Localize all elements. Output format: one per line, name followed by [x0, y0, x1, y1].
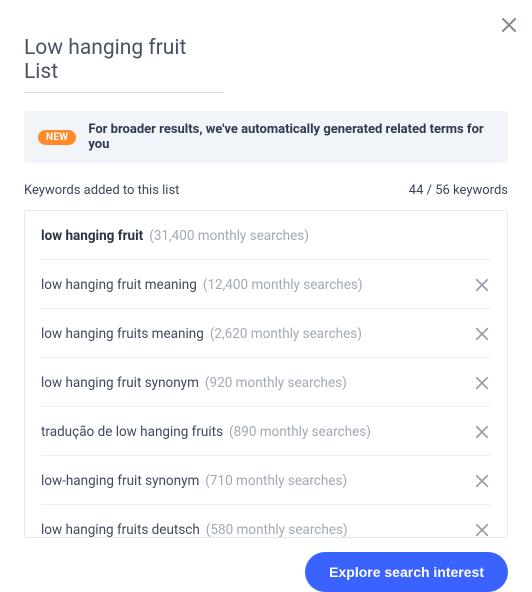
meta-label: Keywords added to this list	[24, 183, 179, 198]
item-searches: (31,400 monthly searches)	[149, 228, 309, 244]
item-keyword: low hanging fruit meaning	[41, 277, 197, 293]
item-searches: (580 monthly searches)	[206, 522, 348, 537]
item-keyword: low hanging fruits meaning	[41, 326, 204, 342]
remove-icon[interactable]	[473, 423, 491, 441]
item-searches: (890 monthly searches)	[229, 424, 371, 440]
banner-text: For broader results, we've automatically…	[88, 122, 494, 152]
keyword-list-scroll[interactable]: low hanging fruit (31,400 monthly search…	[25, 211, 507, 537]
close-icon[interactable]	[500, 16, 518, 34]
remove-icon[interactable]	[473, 521, 491, 537]
item-keyword: low hanging fruit	[41, 228, 143, 244]
remove-icon[interactable]	[473, 472, 491, 490]
keyword-list: low hanging fruit (31,400 monthly search…	[24, 210, 508, 538]
new-badge: NEW	[38, 130, 76, 145]
info-banner: NEW For broader results, we've automatic…	[24, 111, 508, 163]
list-item: tradução de low hanging fruits (890 mont…	[25, 407, 507, 455]
list-item: low-hanging fruit synonym (710 monthly s…	[25, 456, 507, 504]
page-title: Low hanging fruit List	[24, 0, 224, 84]
list-item: low hanging fruits deutsch (580 monthly …	[25, 505, 507, 537]
item-searches: (2,620 monthly searches)	[210, 326, 362, 342]
meta-count: 44 / 56 keywords	[409, 183, 508, 198]
list-item: low hanging fruits meaning (2,620 monthl…	[25, 309, 507, 357]
meta-row: Keywords added to this list 44 / 56 keyw…	[24, 183, 508, 198]
explore-button[interactable]: Explore search interest	[305, 552, 508, 592]
item-searches: (12,400 monthly searches)	[203, 277, 363, 293]
item-keyword: tradução de low hanging fruits	[41, 424, 223, 440]
item-keyword: low-hanging fruit synonym	[41, 473, 199, 489]
item-keyword: low hanging fruits deutsch	[41, 522, 200, 537]
item-searches: (920 monthly searches)	[205, 375, 347, 391]
item-keyword: low hanging fruit synonym	[41, 375, 199, 391]
remove-icon[interactable]	[473, 276, 491, 294]
footer: Explore search interest	[0, 538, 532, 592]
list-item: low hanging fruit (31,400 monthly search…	[25, 211, 507, 259]
list-item: low hanging fruit synonym (920 monthly s…	[25, 358, 507, 406]
remove-icon[interactable]	[473, 374, 491, 392]
item-searches: (710 monthly searches)	[205, 473, 347, 489]
list-item: low hanging fruit meaning (12,400 monthl…	[25, 260, 507, 308]
remove-icon[interactable]	[473, 325, 491, 343]
